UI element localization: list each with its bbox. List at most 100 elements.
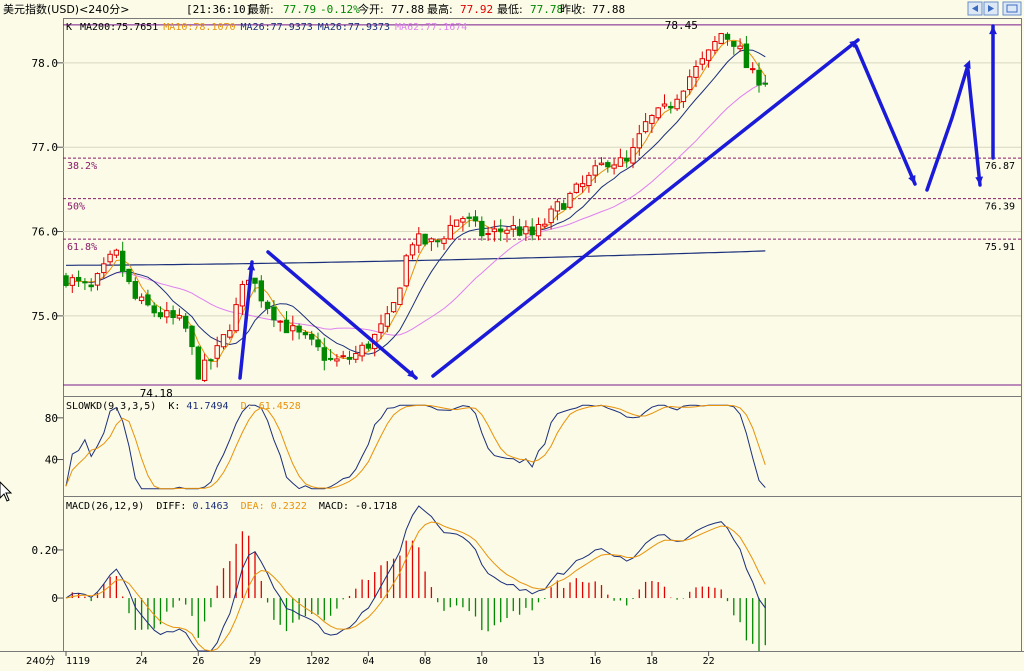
- candle-body: [82, 281, 88, 284]
- candle-body: [258, 280, 265, 302]
- candle-body: [586, 174, 592, 187]
- candle: [510, 215, 517, 237]
- candle-body: [554, 201, 561, 212]
- macd-tick-label: 0.20: [32, 544, 59, 557]
- price-tick-label: 75.0: [32, 310, 59, 323]
- candle-body: [296, 325, 302, 333]
- candle-body: [346, 356, 353, 360]
- ma62-line: [65, 81, 766, 336]
- trend-arrow: [238, 260, 254, 380]
- candle-body: [327, 357, 334, 360]
- candle: [290, 315, 296, 341]
- candle-body: [460, 217, 466, 223]
- trend-arrow: [266, 250, 418, 380]
- candle-body: [605, 162, 611, 168]
- candle-body: [283, 319, 290, 334]
- candle: [617, 148, 624, 167]
- candle: [365, 341, 372, 351]
- candle-body: [365, 343, 372, 349]
- annotation-arrows: [238, 24, 997, 380]
- candle: [145, 289, 151, 307]
- candle: [107, 250, 113, 266]
- candle: [271, 300, 277, 328]
- ma26-line: [65, 49, 766, 355]
- candle: [120, 241, 126, 277]
- kd-k-label: K:: [168, 401, 180, 412]
- x-tick-label: 24: [136, 656, 148, 667]
- candle-body: [302, 332, 309, 336]
- candle-body: [548, 208, 554, 224]
- candle-body: [290, 325, 296, 332]
- x-tick-label: 26: [192, 656, 204, 667]
- candle-body: [485, 233, 491, 236]
- kd-d-label: D:: [241, 401, 253, 412]
- stock-chart[interactable]: 美元指数(USD)<240分> [21:36:10] 最新: 77.79 -0.…: [0, 0, 1024, 671]
- candle: [334, 353, 340, 367]
- candle-body: [214, 345, 220, 359]
- price-panel: 78.0 77.0 76.0 75.0 38.2% 76.87 50% 76.39 61.8%…: [32, 19, 1021, 400]
- high-extreme-label: 78.45: [665, 19, 698, 32]
- candle-body: [309, 333, 315, 340]
- zoom-icon[interactable]: [1002, 1, 1022, 16]
- candle-body: [94, 273, 101, 286]
- candle-body: [624, 157, 630, 162]
- kd-legend: SLOWKD(9,3,3,5) K: 41.7494 D: 61.4528: [66, 401, 301, 412]
- candle-body: [239, 283, 246, 307]
- candle-body: [201, 359, 208, 381]
- trend-arrow: [966, 68, 982, 187]
- header-time: [21:36:10]: [186, 3, 252, 16]
- kd-tick-label: 80: [45, 412, 58, 425]
- candle: [201, 353, 208, 382]
- header-bar: 美元指数(USD)<240分> [21:36:10] 最新: 77.79 -0.…: [0, 0, 1024, 18]
- candle: [624, 150, 630, 168]
- panel-label-k: K: [66, 22, 72, 33]
- candle-body: [523, 226, 529, 235]
- candle: [75, 270, 82, 287]
- kd-indicator-name: SLOWKD(9,3,3,5): [66, 401, 156, 412]
- candle-body: [403, 255, 409, 287]
- prev-close-label: 昨收:: [560, 2, 586, 16]
- candle: [327, 349, 334, 362]
- ma-legend-entry: MA26:77.9373: [241, 22, 313, 33]
- change-value: -0.12%: [320, 3, 360, 16]
- candle-body: [183, 315, 189, 329]
- candle-body: [409, 244, 416, 256]
- candle: [762, 74, 768, 87]
- high-label: 最高:: [427, 2, 453, 16]
- candle: [397, 287, 403, 306]
- candle: [611, 158, 617, 175]
- macd-macd-label: MACD:: [319, 501, 349, 512]
- candle-body: [63, 275, 69, 287]
- candle-body: [321, 347, 328, 361]
- high-value: 77.92: [460, 3, 493, 16]
- candle-body: [579, 183, 586, 188]
- candle: [661, 94, 668, 109]
- candle-body: [189, 325, 195, 348]
- candle-body: [504, 229, 510, 234]
- candle: [359, 342, 365, 362]
- candle: [472, 210, 479, 227]
- x-tick-label: 08: [419, 656, 431, 667]
- candle: [309, 330, 315, 346]
- kd-y-axis: 80 40: [45, 412, 63, 467]
- candle-body: [132, 280, 139, 299]
- candle-body: [220, 334, 227, 348]
- candle: [422, 233, 428, 247]
- candle: [346, 350, 353, 365]
- fib-level-label: 61.8%: [67, 242, 97, 253]
- candle-body: [227, 330, 233, 338]
- ma-legend-entry: MA10:78.1070: [163, 22, 235, 33]
- candle: [189, 325, 195, 355]
- candle-body: [138, 296, 145, 302]
- candle-body: [390, 302, 397, 313]
- candle: [88, 278, 94, 292]
- x-tick-label: 29: [249, 656, 261, 667]
- candle-body: [598, 162, 605, 166]
- scroll-left-icon[interactable]: [967, 1, 983, 16]
- candle-body: [611, 164, 617, 169]
- candle: [69, 274, 75, 293]
- candle-body: [699, 58, 705, 65]
- x-tick-label: 22: [703, 656, 715, 667]
- x-tick-label: 04: [362, 656, 374, 667]
- scroll-right-icon[interactable]: [983, 1, 999, 16]
